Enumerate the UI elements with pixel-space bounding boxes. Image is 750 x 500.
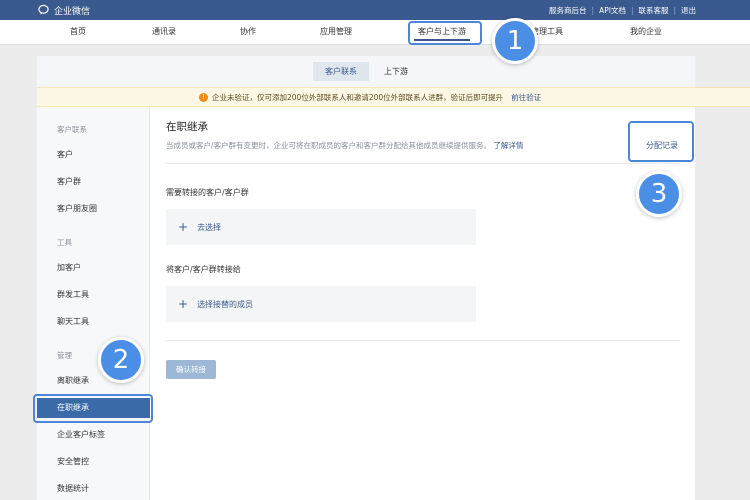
main-nav: 首页 通讯录 协作 应用管理 客户与上下游 管理工具 我的企业 <box>0 20 750 45</box>
select-customers-label: 去选择 <box>197 222 222 232</box>
main-panel: 在职继承 当成员或客户/客户群有变更时，企业可将在职成员的客户和客户群分配给其他… <box>150 107 695 500</box>
notice-text: 企业未验证，仅可添加200位外部联系人和邀请200位外部联系人进群，验证后即可提… <box>212 92 504 102</box>
section-transfer-to-label: 将客户/客户群转接给 <box>166 265 241 274</box>
learn-more-link[interactable]: 了解详情 <box>493 141 523 150</box>
callout-marker-3: 3 <box>636 171 682 217</box>
select-successor-button[interactable]: + 选择接替的成员 <box>166 286 476 322</box>
warning-icon: ! <box>199 92 208 102</box>
sidebar-item-customer-tags[interactable]: 企业客户标签 <box>37 425 150 445</box>
brand-name: 企业微信 <box>54 6 91 17</box>
contact-support-link[interactable]: 联系客服 <box>638 5 668 16</box>
callout-marker-1: 1 <box>492 18 538 64</box>
sidebar-item-customer-groups[interactable]: 客户群 <box>37 172 150 192</box>
page-description: 当成员或客户/客户群有变更时，企业可将在职成员的客户和客户群分配给其他成员继续提… <box>166 140 523 151</box>
highlight-nav-customers <box>408 21 482 45</box>
go-verify-link[interactable]: 前往验证 <box>511 92 541 103</box>
separator: | <box>673 5 676 15</box>
page-title: 在职继承 <box>166 121 208 133</box>
sidebar-item-customers[interactable]: 客户 <box>37 145 150 165</box>
api-docs-link[interactable]: API文档 <box>599 5 626 16</box>
select-customers-button[interactable]: + 去选择 <box>166 209 476 245</box>
sidebar-item-statistics[interactable]: 数据统计 <box>37 479 150 499</box>
callout-marker-2: 2 <box>98 337 144 383</box>
brand[interactable]: 企业微信 <box>38 3 90 17</box>
plus-icon: + <box>178 297 189 311</box>
wecom-logo-icon <box>38 4 49 15</box>
sidebar-item-security-control[interactable]: 安全管控 <box>37 452 150 472</box>
sidebar-item-mass-messaging[interactable]: 群发工具 <box>37 285 150 305</box>
verification-notice: ! 企业未验证，仅可添加200位外部联系人和邀请200位外部联系人进群，验证后即… <box>37 87 750 107</box>
divider <box>166 163 680 164</box>
sidebar-item-moments[interactable]: 客户朋友圈 <box>37 199 150 219</box>
plus-icon: + <box>178 220 189 234</box>
sidebar: 客户联系 客户 客户群 客户朋友圈 工具 加客户 群发工具 聊天工具 管理 离职… <box>37 107 150 500</box>
tab-upstream-downstream[interactable]: 上下游 <box>376 62 416 81</box>
sidebar-group-management: 管理 <box>57 351 72 360</box>
logout-link[interactable]: 退出 <box>681 5 696 16</box>
nav-my-company[interactable]: 我的企业 <box>621 20 671 44</box>
top-links: 服务商后台 | API文档 | 联系客服 | 退出 <box>549 0 696 20</box>
sub-tabs: 客户联系 上下游 <box>37 56 695 87</box>
nav-collaboration[interactable]: 协作 <box>228 20 268 44</box>
top-bar: 企业微信 服务商后台 | API文档 | 联系客服 | 退出 <box>0 0 750 20</box>
separator: | <box>630 5 634 15</box>
content-card: 客户联系 上下游 客户联系 客户 客户群 客户朋友圈 工具 加客户 群发工具 聊… <box>37 56 750 500</box>
sidebar-group-customer-contact: 客户联系 <box>57 125 87 134</box>
sidebar-group-tools: 工具 <box>57 238 72 247</box>
confirm-transfer-button[interactable]: 确认转接 <box>166 360 216 379</box>
section-transfer-from-label: 需要转接的客户/客户群 <box>166 188 249 197</box>
highlight-active-inheritance <box>33 394 153 423</box>
select-successor-label: 选择接替的成员 <box>197 299 254 309</box>
service-provider-link[interactable]: 服务商后台 <box>549 5 587 16</box>
sidebar-item-chat-tools[interactable]: 聊天工具 <box>37 312 150 332</box>
description-text: 当成员或客户/客户群有变更时，企业可将在职成员的客户和客户群分配给其他成员继续提… <box>166 141 492 150</box>
nav-home[interactable]: 首页 <box>56 20 100 44</box>
nav-contacts[interactable]: 通讯录 <box>140 20 188 44</box>
highlight-assign-log <box>628 121 694 162</box>
nav-app-management[interactable]: 应用管理 <box>311 20 361 44</box>
divider <box>166 340 680 341</box>
separator: | <box>591 5 595 15</box>
sidebar-item-add-customer[interactable]: 加客户 <box>37 258 150 278</box>
tab-customer-contact[interactable]: 客户联系 <box>313 62 369 81</box>
